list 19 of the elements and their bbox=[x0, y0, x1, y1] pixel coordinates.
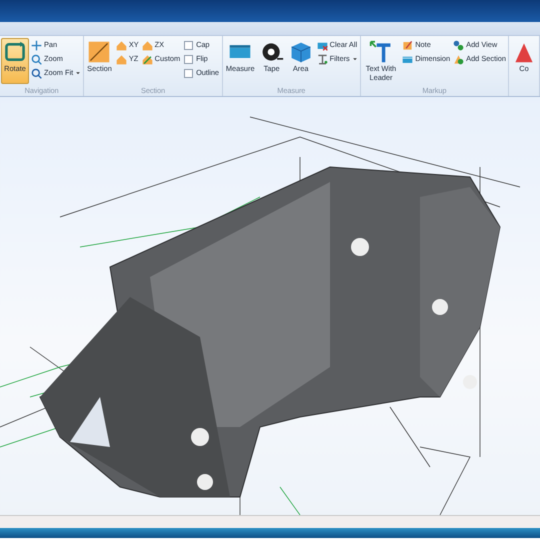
checkbox[interactable] bbox=[184, 40, 194, 50]
shape-node-icon bbox=[453, 54, 464, 64]
caret-icon bbox=[75, 70, 82, 76]
checkbox[interactable] bbox=[184, 68, 194, 78]
cube-icon bbox=[288, 40, 313, 64]
checkbox[interactable] bbox=[184, 54, 194, 64]
rotate-arrows-icon bbox=[3, 40, 27, 64]
note-icon bbox=[402, 40, 414, 50]
move-cross-icon bbox=[31, 40, 42, 50]
house-icon bbox=[116, 54, 127, 64]
zoom-icon bbox=[31, 54, 42, 64]
text-arrow-icon bbox=[368, 40, 393, 64]
diagonal-plane-icon bbox=[87, 40, 112, 64]
nodes-icon bbox=[453, 40, 464, 50]
house-icon bbox=[116, 40, 127, 50]
caret-icon bbox=[352, 56, 358, 62]
house-icon bbox=[142, 40, 153, 50]
house-icon bbox=[142, 54, 153, 64]
zoom-icon bbox=[31, 68, 42, 78]
